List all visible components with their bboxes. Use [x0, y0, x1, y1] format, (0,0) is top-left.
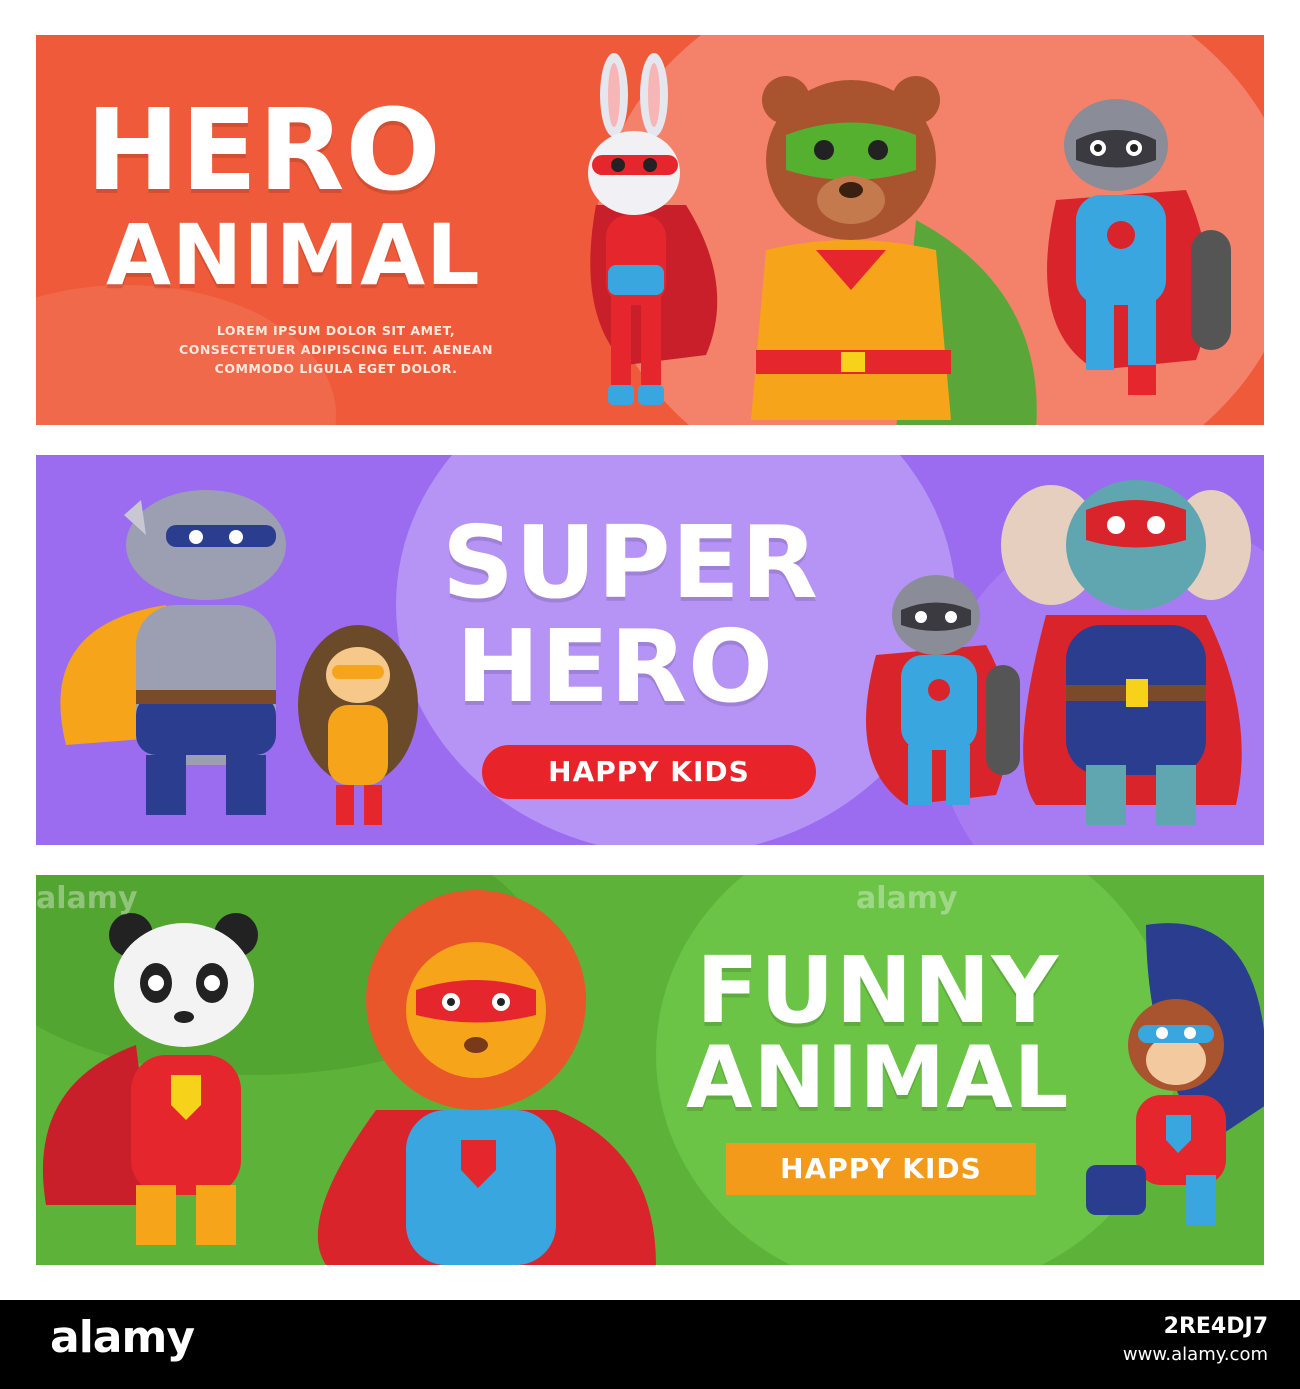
happy-kids-badge: HAPPY KIDS [482, 745, 816, 799]
image-code: 2RE4DJ7 [1163, 1314, 1268, 1339]
footer-url-link[interactable]: www.alamy.com [1123, 1344, 1268, 1365]
rabbit-hero-icon [588, 53, 718, 405]
bear-hero-icon [751, 76, 1037, 425]
banner-title-line1: FUNNY [696, 937, 1060, 1044]
banner-super-hero: SUPER HERO HAPPY KIDS [36, 455, 1264, 845]
monkey-hero-icon [1086, 923, 1264, 1225]
watermark: alamy [36, 881, 138, 916]
banner-funny-animal: FUNNY ANIMAL HAPPY KIDS alamy alamy [36, 875, 1264, 1265]
alamy-logo[interactable]: alamy [50, 1312, 195, 1363]
banner-title-line2: HERO [456, 608, 775, 725]
footer-bar: alamy 2RE4DJ7 www.alamy.com [0, 1300, 1300, 1389]
raccoon-hero-icon [1047, 99, 1231, 395]
panda-hero-icon [42, 913, 258, 1245]
body-line: CONSECTETUER ADIPISCING ELIT. AENEAN [179, 342, 493, 357]
banner-title-line1: SUPER [442, 504, 819, 621]
elephant-hero-icon [1001, 480, 1251, 825]
watermark: alamy [856, 881, 958, 916]
lion-hero-icon [317, 890, 656, 1265]
banner-body-text: LOREM IPSUM DOLOR SIT AMET, CONSECTETUER… [96, 321, 576, 378]
body-line: LOREM IPSUM DOLOR SIT AMET, [216, 323, 456, 338]
banner-hero-animal: HERO ANIMAL LOREM IPSUM DOLOR SIT AMET, … [36, 35, 1264, 425]
banner-title-line1: HERO [86, 86, 442, 216]
banner-title-line2: ANIMAL [686, 1028, 1070, 1128]
happy-kids-badge: HAPPY KIDS [726, 1143, 1036, 1195]
hedgehog-hero-icon [298, 625, 418, 825]
banner-title-line2: ANIMAL [106, 206, 481, 304]
body-line: COMMODO LIGULA EGET DOLOR. [214, 361, 458, 376]
